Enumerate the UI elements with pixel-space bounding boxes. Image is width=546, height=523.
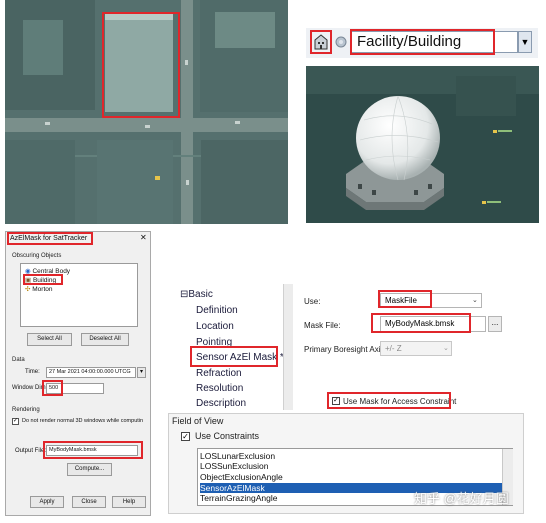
boresight-label: Primary Boresight Axis: [304, 345, 387, 354]
highlight-object-type-box [350, 29, 495, 55]
highlight-mask-file-box [371, 313, 471, 333]
highlight-window-dim-box [42, 380, 63, 396]
deselect-all-button[interactable]: Deselect All [81, 333, 129, 346]
do-not-render-label: Do not render normal 3D windows while co… [22, 418, 144, 424]
use-constraints-label: Use Constraints [195, 431, 260, 441]
chevron-down-icon: ⌄ [472, 297, 478, 304]
close-button[interactable]: Close [72, 496, 106, 508]
select-all-button[interactable]: Select All [27, 333, 72, 346]
list-item[interactable]: ✣ Morton [25, 285, 53, 293]
tree-item-basic[interactable]: ⊟Basic [180, 289, 213, 300]
tree-item-location[interactable]: Location [196, 321, 234, 332]
data-section-label: Data [12, 357, 25, 363]
object-toolbar: Facility/Building ▼ [306, 28, 538, 58]
radome-building-render [306, 66, 539, 223]
time-label: Time: [25, 369, 40, 375]
highlight-use-box [378, 290, 432, 308]
tree-scrollbar[interactable] [283, 284, 293, 410]
building-marker [155, 176, 160, 180]
mask-file-label: Mask File: [304, 321, 341, 330]
highlight-output-file-box [43, 441, 143, 459]
time-field[interactable]: 27 Mar 2021 04:00:00.000 UTCG [46, 367, 136, 378]
list-item[interactable]: ObjectExclusionAngle [200, 472, 502, 482]
highlight-building-item-box [23, 274, 63, 285]
boresight-select[interactable]: +/- Z [380, 341, 452, 356]
azelmask-dialog: AzElMask for SatTracker ✕ Obscuring Obje… [5, 231, 151, 516]
close-icon[interactable]: ✕ [140, 233, 147, 242]
use-constraints-checkbox[interactable]: ✓ [181, 432, 190, 441]
chevron-down-icon: ⌄ [443, 345, 449, 352]
list-item[interactable]: LOSSunExclusion [200, 461, 502, 471]
compute-button[interactable]: Compute... [67, 463, 112, 476]
rendering-section-label: Rendering [12, 407, 40, 413]
highlight-dialog-title-box [7, 232, 93, 245]
apply-button[interactable]: Apply [30, 496, 64, 508]
aerial-street-image [5, 0, 288, 224]
watermark: 知乎 @花好月圆 [414, 491, 509, 506]
use-label: Use: [304, 297, 321, 306]
facility-building-icon[interactable] [314, 34, 328, 50]
obscuring-objects-label: Obscuring Objects [12, 253, 62, 259]
3d-radome-scene [306, 66, 539, 223]
target-object-icon[interactable] [334, 34, 348, 50]
tree-item-description[interactable]: Description [196, 398, 246, 409]
chevron-down-icon[interactable]: ▼ [518, 31, 532, 53]
browse-button[interactable]: ... [488, 316, 502, 332]
obscuring-objects-list[interactable]: ◉ Central Body ▣ Building ✣ Morton [20, 263, 138, 327]
time-picker-icon[interactable]: ▾ [137, 367, 146, 378]
fov-title: Field of View [172, 416, 224, 426]
list-item[interactable]: LOSLunarExclusion [200, 451, 502, 461]
tree-item-refraction[interactable]: Refraction [196, 368, 242, 379]
tree-item-definition[interactable]: Definition [196, 305, 238, 316]
do-not-render-checkbox[interactable]: ✓ [12, 418, 19, 425]
help-button[interactable]: Help [112, 496, 146, 508]
highlight-use-mask-access-box [327, 392, 451, 409]
facility-icon: ✣ [25, 286, 31, 293]
output-file-label: Output File: [15, 448, 47, 454]
highlight-sensor-azel-mask-box [190, 346, 278, 367]
highlight-building-box [102, 12, 180, 118]
tree-item-resolution[interactable]: Resolution [196, 383, 243, 394]
